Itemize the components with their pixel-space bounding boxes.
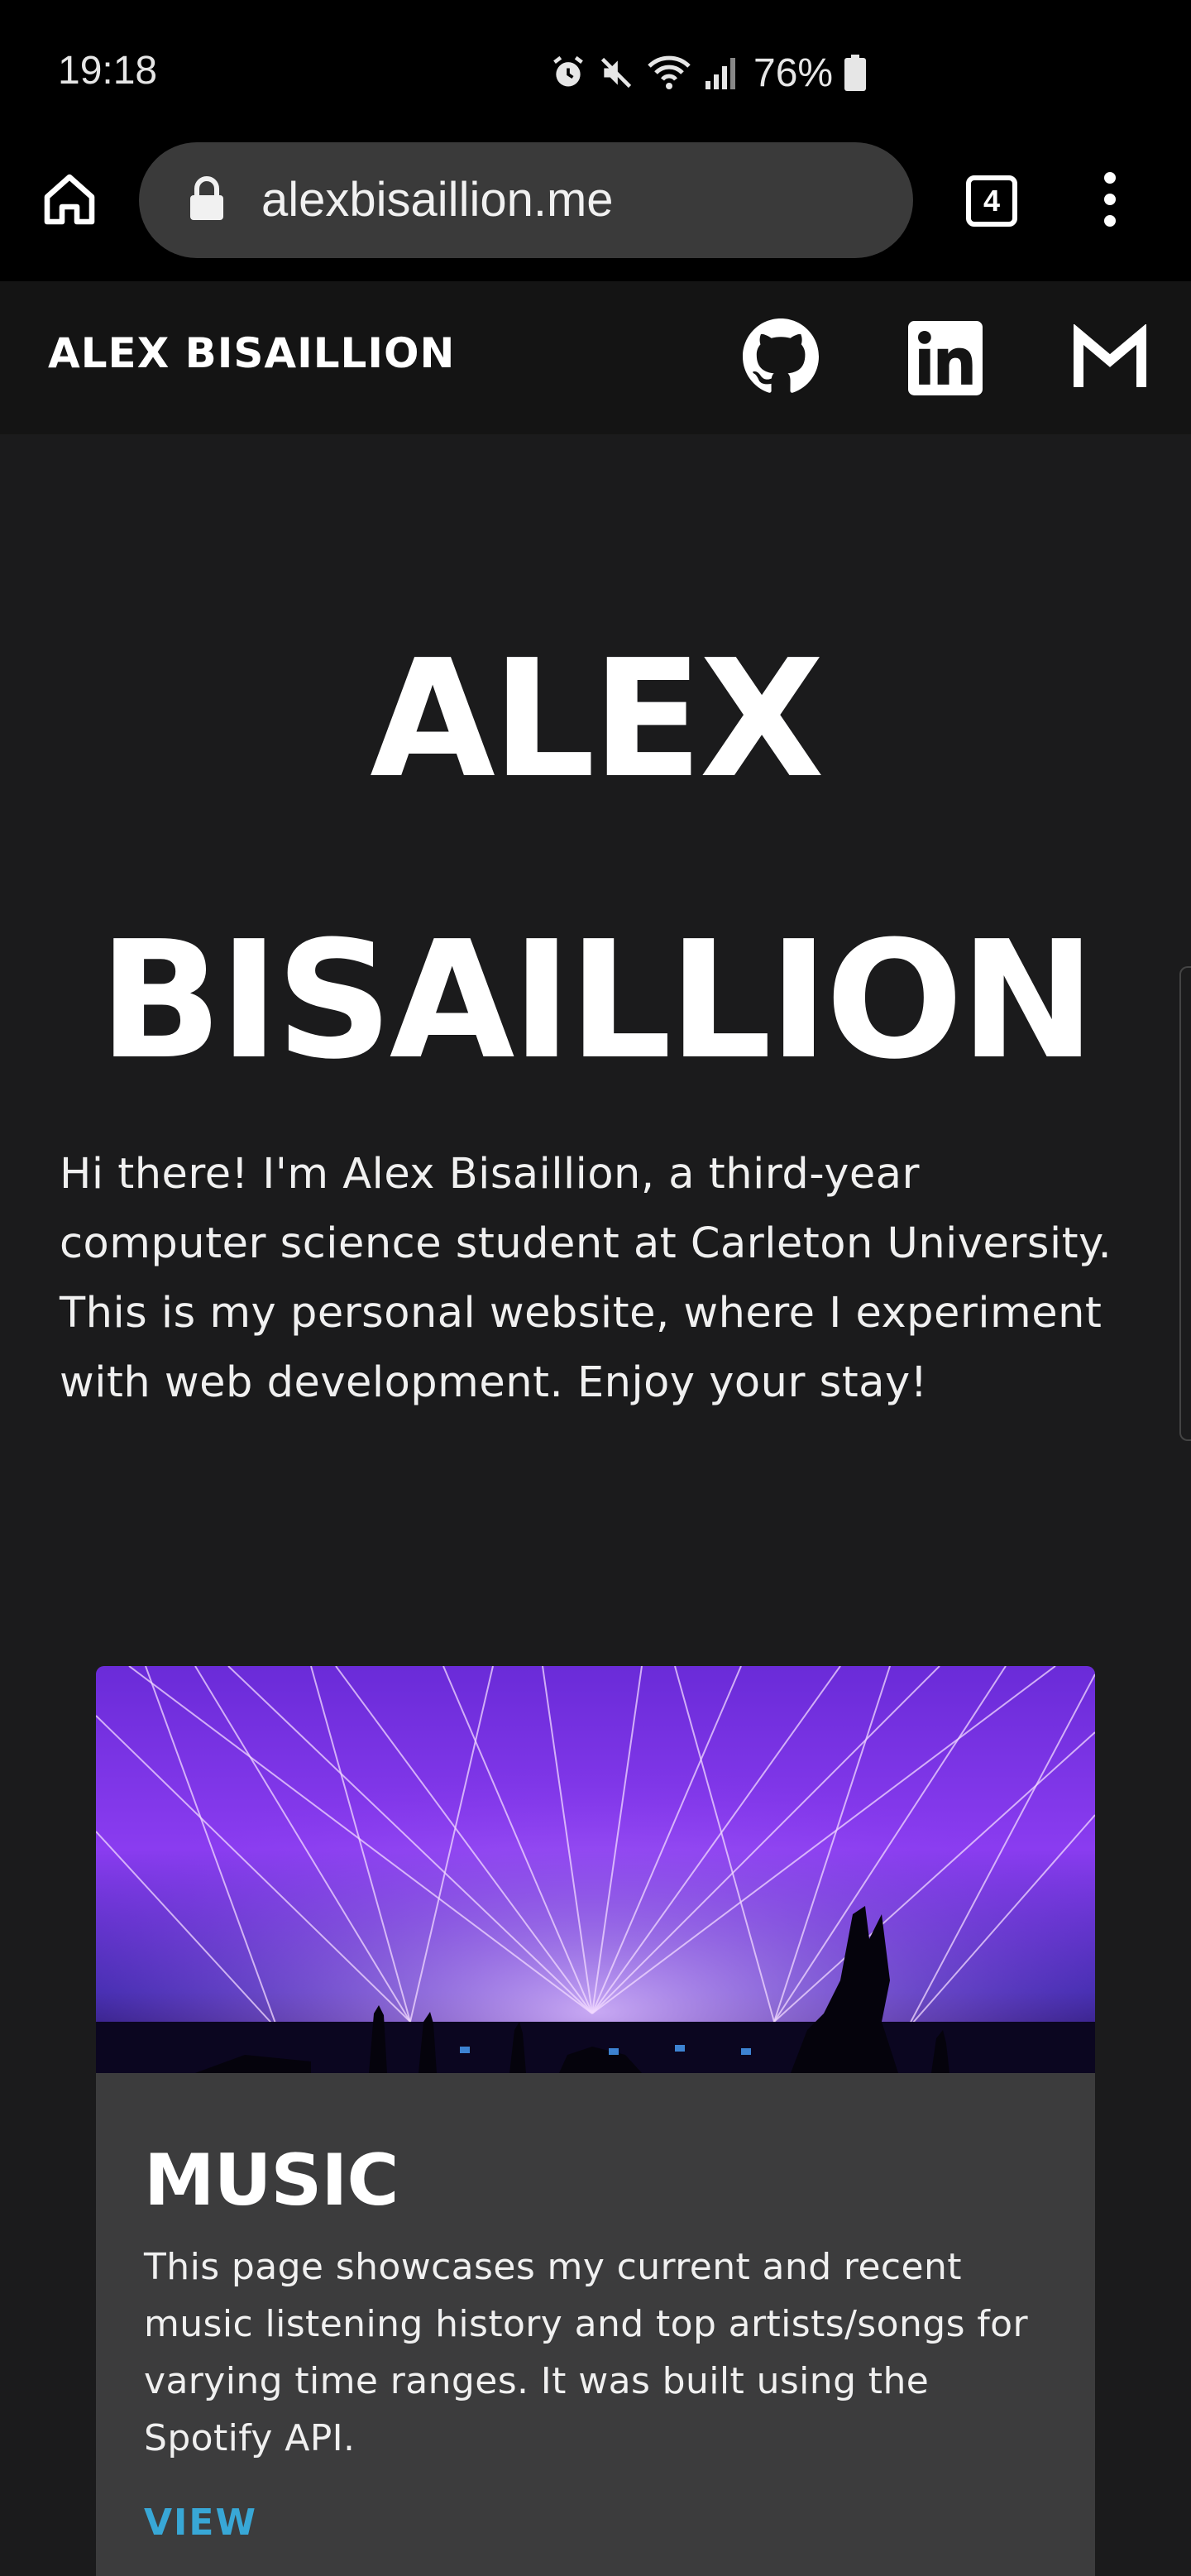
more-vert-icon[interactable] xyxy=(1093,172,1126,235)
hero-title: ALEX BISAILLION xyxy=(0,579,1191,1142)
github-icon[interactable] xyxy=(743,318,819,395)
signal-icon xyxy=(706,58,735,89)
hero-title-line2: BISAILLION xyxy=(98,907,1095,1095)
wifi-icon xyxy=(648,55,691,89)
concert-lasers-image xyxy=(96,1666,1095,2073)
linkedin-icon[interactable] xyxy=(908,321,983,395)
mute-icon xyxy=(600,57,632,89)
battery-icon xyxy=(844,55,867,91)
tabs-icon[interactable]: 4 xyxy=(966,175,1017,227)
lock-icon xyxy=(190,176,223,220)
battery-percent: 76% xyxy=(753,50,834,95)
home-icon[interactable] xyxy=(40,170,99,229)
card-body: MUSIC This page showcases my current and… xyxy=(144,2139,1054,2467)
card-view-link[interactable]: VIEW xyxy=(144,2502,257,2544)
url-text[interactable]: alexbisaillion.me xyxy=(261,172,614,227)
status-icons: 76% xyxy=(550,48,867,98)
intro-paragraph: Hi there! I'm Alex Bisaillion, a third-y… xyxy=(60,1150,1112,1407)
scroll-indicator[interactable] xyxy=(1179,966,1191,1441)
project-card[interactable]: MUSIC This page showcases my current and… xyxy=(96,1666,1095,2576)
alarm-icon xyxy=(553,55,583,87)
gmail-icon[interactable] xyxy=(1072,323,1148,390)
card-title: MUSIC xyxy=(144,2139,399,2222)
hero-title-line1: ALEX xyxy=(370,625,825,814)
card-description: This page showcases my current and recen… xyxy=(144,2246,1028,2459)
site-brand[interactable]: ALEX BISAILLION xyxy=(48,329,455,377)
status-time: 19:18 xyxy=(58,49,158,93)
